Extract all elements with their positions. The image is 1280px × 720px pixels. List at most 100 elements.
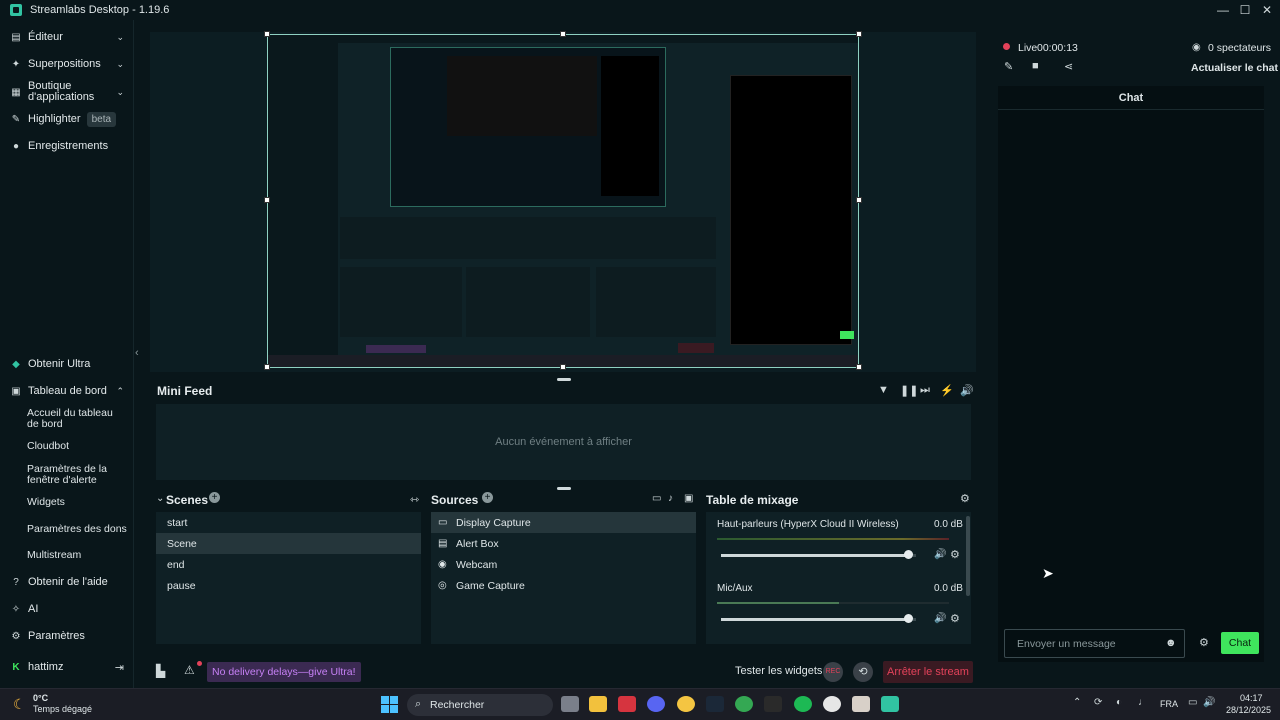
gear-icon[interactable]: ⚙ (1199, 636, 1209, 649)
logout-icon[interactable]: ⇥ (115, 661, 124, 674)
sidebar-item-recordings[interactable]: ● Enregistrements (0, 139, 134, 153)
source-screen-icon[interactable]: ▭ (652, 493, 661, 504)
source-item-alert-box[interactable]: ▤ Alert Box (431, 533, 696, 554)
notifications-icon[interactable]: ⚠ (184, 663, 195, 677)
sidebar-sub-donation-settings[interactable]: Paramètres des dons (27, 524, 127, 535)
emoji-icon[interactable]: ☻ (1165, 637, 1177, 649)
stop-stream-button[interactable]: Arrêter le stream (883, 661, 973, 683)
tray-app-icon[interactable]: ◐ (1116, 697, 1122, 708)
chevron-down-icon[interactable]: ⌄ (116, 32, 124, 43)
microphone-icon[interactable]: ♩ (1138, 697, 1148, 708)
chevron-down-icon[interactable]: ⌄ (116, 87, 124, 98)
close-button[interactable]: ✕ (1256, 0, 1278, 20)
source-item-webcam[interactable]: ◉ Webcam (431, 554, 696, 575)
sidebar-item-help[interactable]: ? Obtenir de l'aide (0, 575, 134, 589)
speaker-icon[interactable]: 🔊 (934, 549, 946, 560)
sidebar-item-overlays[interactable]: ✦ Superpositions ⌄ (0, 57, 134, 71)
resize-handle[interactable] (264, 364, 270, 370)
chevron-up-icon[interactable]: ⌃ (116, 386, 124, 397)
volume-slider[interactable] (721, 618, 916, 621)
sidebar-sub-alert-settings[interactable]: Paramètres de la fenêtre d'alerte (27, 464, 127, 486)
resize-handle[interactable] (264, 197, 270, 203)
volume-slider-handle[interactable] (904, 550, 914, 559)
tray-chevron-icon[interactable]: ⌃ (1073, 697, 1081, 708)
volume-tray-icon[interactable]: 🔊 (1203, 697, 1215, 708)
chat-message-input[interactable]: Envoyer un message ☻ (1004, 629, 1185, 658)
app-icon[interactable] (764, 696, 782, 712)
share-icon[interactable]: ⋖ (1064, 60, 1073, 73)
steam-icon[interactable] (706, 696, 724, 712)
sidebar-item-get-ultra[interactable]: ◆ Obtenir Ultra (0, 357, 134, 371)
skip-icon[interactable]: ⏭ (920, 384, 930, 397)
app-icon[interactable] (852, 696, 870, 712)
scene-item-end[interactable]: end (156, 554, 421, 575)
scene-item-start[interactable]: start (156, 512, 421, 533)
resize-handle[interactable] (264, 31, 270, 37)
source-audio-icon[interactable]: ♪ (668, 493, 673, 504)
scene-item-scene[interactable]: Scene (156, 533, 421, 554)
spotify-icon[interactable] (794, 696, 812, 712)
rec-button[interactable]: REC (823, 662, 843, 682)
sidebar-item-editor[interactable]: ▤ Éditeur ⌄ (0, 30, 134, 44)
mute-alerts-icon[interactable]: ⚡ (940, 384, 954, 397)
performance-chart-icon[interactable]: ▙ (156, 664, 165, 678)
sidebar-item-ai[interactable]: ✧ AI (0, 602, 134, 616)
ultra-promo[interactable]: No delivery delays—give Ultra! (207, 662, 361, 682)
volume-slider-handle[interactable] (904, 614, 914, 623)
sidebar-item-app-store[interactable]: ▦ Boutique d'applications ⌄ (0, 80, 134, 104)
sidebar-item-settings[interactable]: ⚙ Paramètres (0, 629, 134, 643)
file-explorer-icon[interactable] (589, 696, 607, 712)
resize-handle[interactable] (560, 364, 566, 370)
source-folder-icon[interactable]: ▣ (684, 493, 693, 504)
task-view-icon[interactable] (561, 696, 579, 712)
replay-icon[interactable]: ⟲ (853, 662, 873, 682)
collapse-sidebar-chevron-icon[interactable]: ‹ (135, 347, 139, 359)
resize-handle[interactable] (856, 364, 862, 370)
video-camera-icon[interactable]: ■ (1032, 60, 1039, 72)
gear-icon[interactable]: ⚙ (960, 492, 970, 505)
resize-handle[interactable] (856, 31, 862, 37)
source-item-game-capture[interactable]: ◎ Game Capture (431, 575, 696, 596)
taskbar-search[interactable]: ⌕ Rechercher (407, 694, 553, 716)
resize-handle[interactable] (560, 31, 566, 37)
discord-icon[interactable] (647, 696, 665, 712)
sidebar-sub-cloudbot[interactable]: Cloudbot (27, 441, 127, 452)
resize-handle[interactable] (856, 197, 862, 203)
sidebar-item-highlighter[interactable]: ✎ Highlighter beta (0, 111, 134, 127)
edit-stream-icon[interactable]: ✎ (1004, 60, 1013, 73)
scene-transitions-icon[interactable]: ⇿ (410, 493, 419, 506)
chrome-icon[interactable] (735, 696, 753, 712)
chevron-down-icon[interactable]: ⌄ (116, 59, 124, 70)
app-icon[interactable] (677, 696, 695, 712)
clock-time[interactable]: 04:17 (1240, 693, 1263, 703)
app-icon[interactable] (618, 696, 636, 712)
language-indicator[interactable]: FRA (1160, 699, 1178, 709)
display-capture-preview[interactable] (267, 34, 859, 368)
gear-icon[interactable]: ⚙ (950, 612, 960, 625)
sidebar-sub-dashboard-home[interactable]: Accueil du tableau de bord (27, 408, 127, 430)
windows-start-icon[interactable] (381, 696, 398, 713)
minimize-button[interactable]: — (1212, 0, 1234, 20)
tray-sync-icon[interactable]: ⟳ (1094, 697, 1102, 708)
collapse-chevron-icon[interactable]: ⌄ (156, 493, 164, 504)
filter-icon[interactable]: ▼ (878, 384, 889, 396)
streamlabs-taskbar-icon[interactable] (881, 696, 899, 712)
sidebar-item-dashboard[interactable]: ▣ Tableau de bord ⌃ (0, 384, 134, 398)
volume-icon[interactable]: 🔊 (960, 384, 974, 397)
resize-grip[interactable] (557, 378, 571, 381)
sidebar-sub-multistream[interactable]: Multistream (27, 550, 127, 561)
maximize-button[interactable]: ☐ (1234, 0, 1256, 20)
sidebar-sub-widgets[interactable]: Widgets (27, 497, 127, 508)
add-scene-button[interactable]: + (209, 492, 220, 503)
mixer-scrollbar[interactable] (966, 516, 970, 596)
network-icon[interactable]: ▭ (1188, 697, 1197, 708)
refresh-chat-button[interactable]: Actualiser le chat (1191, 62, 1278, 74)
gear-icon[interactable]: ⚙ (950, 548, 960, 561)
app-icon[interactable] (823, 696, 841, 712)
resize-grip[interactable] (557, 487, 571, 490)
speaker-icon[interactable]: 🔊 (934, 613, 946, 624)
source-item-display-capture[interactable]: ▭ Display Capture (431, 512, 696, 533)
pause-icon[interactable]: ❚❚ (900, 384, 918, 397)
scene-item-pause[interactable]: pause (156, 575, 421, 596)
chat-send-button[interactable]: Chat (1221, 632, 1259, 654)
